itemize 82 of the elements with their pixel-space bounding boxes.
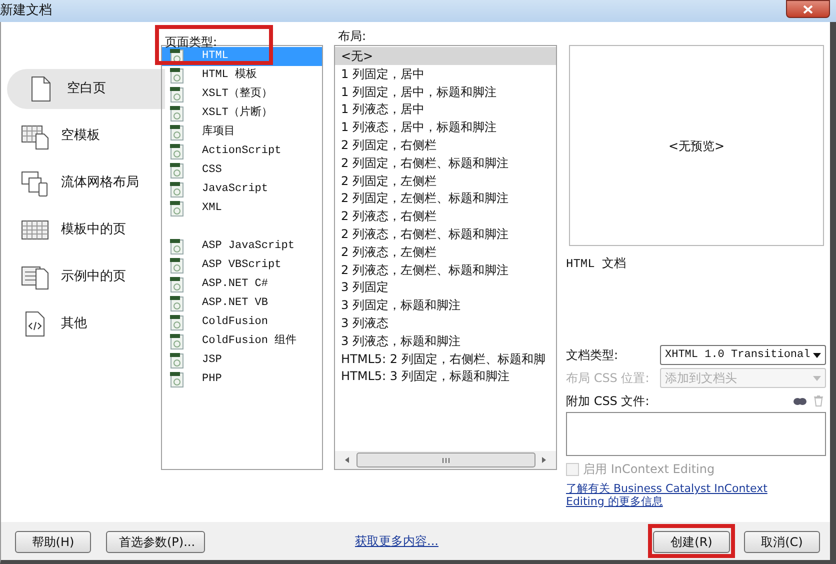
caret-icon: [813, 352, 821, 358]
page-type-item[interactable]: JavaScript: [162, 180, 322, 199]
page-type-item[interactable]: XSLT（整页）: [162, 85, 322, 104]
page-type-item[interactable]: ActionScript: [162, 142, 322, 161]
file-icon: [170, 276, 184, 292]
file-icon: [170, 200, 184, 216]
file-icon: [170, 352, 184, 368]
file-icon: [170, 106, 184, 122]
layout-item[interactable]: <无>: [335, 47, 556, 65]
doc-type-label: 文档类型:: [566, 347, 618, 364]
layout-item[interactable]: 1 列固定，居中: [335, 64, 556, 83]
file-icon: [170, 372, 184, 388]
page-type-item[interactable]: JSP: [162, 351, 322, 370]
file-icon: [170, 68, 184, 84]
preview-text: <无预览>: [668, 138, 725, 154]
close-button[interactable]: [786, 0, 830, 18]
help-button[interactable]: 帮助(H): [15, 531, 91, 553]
file-icon: [170, 86, 184, 102]
file-icon: [170, 314, 184, 330]
layout-item[interactable]: 3 列液态，标题和脚注: [335, 332, 556, 350]
css-position-label: 布局 CSS 位置:: [566, 370, 650, 387]
layout-item[interactable]: 2 列液态，右侧栏: [335, 207, 556, 225]
sidebar-item[interactable]: 其他: [1, 310, 165, 338]
layout-item[interactable]: 2 列固定，右侧栏、标题和脚注: [335, 154, 556, 172]
page-type-item[interactable]: CSS: [162, 161, 322, 180]
layout-item[interactable]: HTML5: 3 列固定，标题和脚注: [335, 367, 556, 386]
page-type-item[interactable]: 库项目: [162, 123, 322, 142]
page-type-item[interactable]: XML: [162, 199, 322, 218]
fluid-grid-icon: [21, 169, 49, 197]
window-title: 新建文档: [0, 2, 52, 20]
css-file-list[interactable]: [566, 412, 826, 456]
layout-item[interactable]: 2 列液态，右侧栏、标题和脚注: [335, 224, 556, 243]
layout-item[interactable]: HTML5: 2 列固定，右侧栏、标题和脚: [335, 350, 556, 368]
page-type-label: 页面类型:: [165, 35, 218, 49]
layout-item[interactable]: 3 列液态: [335, 314, 556, 332]
doc-type-select[interactable]: XHTML 1.0 Transitional: [660, 345, 826, 365]
layout-item[interactable]: 2 列固定，左侧栏、标题和脚注: [335, 189, 556, 208]
sidebar-item[interactable]: 模板中的页: [1, 216, 165, 244]
layout-item[interactable]: 3 列固定，标题和脚注: [335, 296, 556, 314]
page-type-item[interactable]: ColdFusion 组件: [162, 332, 322, 351]
horizontal-scrollbar[interactable]: [335, 451, 556, 469]
sidebar-item[interactable]: 空白页: [7, 69, 165, 109]
file-icon: [170, 258, 184, 274]
layout-item[interactable]: 2 列液态，左侧栏: [335, 242, 556, 261]
trash-icon[interactable]: [813, 395, 824, 407]
layout-item[interactable]: 2 列液态，左侧栏、标题和脚注: [335, 260, 556, 278]
file-icon: [170, 296, 184, 312]
document-description: HTML 文档: [566, 256, 628, 273]
layout-item[interactable]: 1 列液态，居中: [335, 100, 556, 118]
learn-more-link[interactable]: 了解有关 Business Catalyst InContext Editing 的更多信息: [566, 482, 806, 508]
page-type-item[interactable]: ASP JavaScript: [162, 237, 322, 256]
cancel-button[interactable]: 取消(C): [744, 531, 820, 553]
layout-item[interactable]: 2 列固定，右侧栏: [335, 136, 556, 154]
sidebar-item[interactable]: 示例中的页: [1, 263, 165, 291]
layout-item[interactable]: 1 列液态，居中，标题和脚注: [335, 118, 556, 136]
page-type-item[interactable]: PHP: [162, 370, 322, 389]
create-button[interactable]: 创建(R): [653, 531, 730, 553]
sidebar-item[interactable]: 流体网格布局: [1, 169, 165, 197]
layout-label: 布局:: [338, 29, 368, 43]
close-icon: [803, 4, 813, 14]
layout-item[interactable]: 1 列固定，居中，标题和脚注: [335, 82, 556, 100]
more-content-link[interactable]: 获取更多内容...: [355, 532, 438, 550]
layout-item[interactable]: 3 列固定: [335, 278, 556, 296]
file-icon: [170, 182, 184, 198]
file-icon: [170, 144, 184, 160]
file-icon: [170, 334, 184, 350]
page-type-item[interactable]: ASP.NET C#: [162, 275, 322, 294]
incontext-label: 启用 InContext Editing: [583, 461, 715, 478]
file-icon: [170, 162, 184, 178]
file-icon: [170, 124, 184, 140]
link-icon[interactable]: [793, 396, 807, 406]
layout-item[interactable]: 2 列固定，左侧栏: [335, 172, 556, 190]
page-type-item[interactable]: ASP VBScript: [162, 256, 322, 275]
page-type-item[interactable]: ColdFusion: [162, 313, 322, 332]
page-type-item[interactable]: ASP.NET VB: [162, 294, 322, 313]
page-type-item[interactable]: XSLT（片断）: [162, 104, 322, 123]
sidebar-item[interactable]: 空模板: [1, 122, 165, 150]
file-icon: [170, 238, 184, 254]
preferences-button[interactable]: 首选参数(P)...: [106, 531, 205, 553]
caret-icon: [813, 376, 821, 380]
attach-css-label: 附加 CSS 文件:: [566, 393, 650, 410]
page-type-item[interactable]: HTML 模板: [162, 66, 322, 85]
